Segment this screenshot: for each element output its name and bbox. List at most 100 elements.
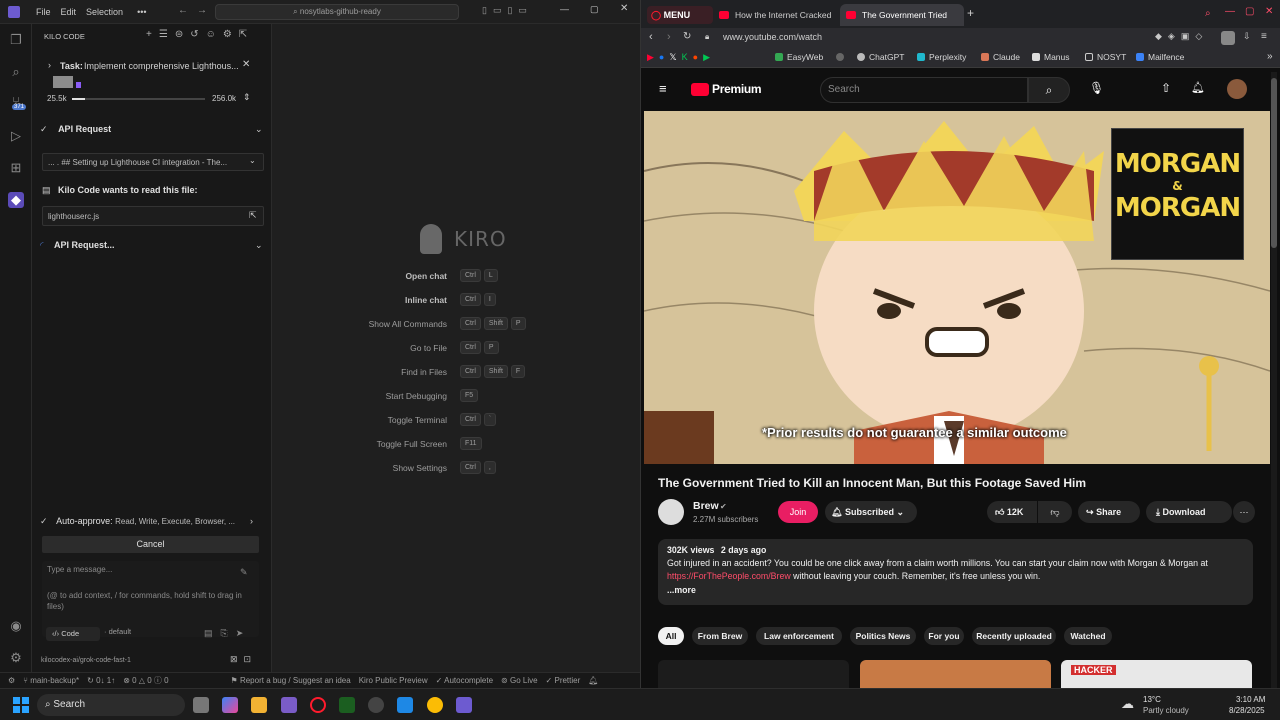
clock-time[interactable]: 3:10 AM bbox=[1236, 695, 1265, 704]
bell-icon[interactable]: 🔔︎ bbox=[588, 676, 598, 685]
chrome-icon[interactable] bbox=[427, 697, 443, 713]
history-book-icon[interactable]: ▤ bbox=[204, 628, 221, 638]
bookmark-manus[interactable]: Manus bbox=[1032, 52, 1070, 62]
description-link[interactable]: https://ForThePeople.com/Brew bbox=[667, 571, 791, 581]
youtube-search-button[interactable]: ⌕ bbox=[1028, 77, 1070, 103]
video-player[interactable]: MORGAN & MORGAN *Prior results do not gu… bbox=[644, 111, 1270, 464]
upload-icon[interactable]: ⇧ bbox=[1161, 81, 1171, 95]
message-input[interactable]: Type a message... ✎ (@ to add context, /… bbox=[42, 561, 259, 637]
search-icon[interactable]: ⌕ bbox=[8, 64, 24, 80]
chevron-down-icon[interactable]: ⌄ bbox=[249, 156, 256, 165]
condense-icon[interactable]: ⇕ bbox=[243, 92, 251, 103]
related-thumbnail-1[interactable] bbox=[658, 660, 849, 688]
close-window-icon[interactable]: ✕ bbox=[1265, 6, 1273, 17]
maximize-icon[interactable]: ▢ bbox=[590, 4, 599, 15]
related-thumbnail-3[interactable]: HACKER bbox=[1061, 660, 1252, 688]
notifications-bell-icon[interactable]: 🔔︎ bbox=[1191, 81, 1205, 94]
bookmark-icons[interactable]: ▶●𝕏K●▶ bbox=[647, 52, 715, 63]
nav-forward-icon[interactable]: → bbox=[197, 5, 207, 16]
chip-5[interactable]: Recently uploaded bbox=[972, 627, 1056, 645]
task-header[interactable]: › Task: Implement comprehensive Lighthou… bbox=[40, 56, 260, 112]
menu-more[interactable]: ••• bbox=[137, 7, 146, 17]
download-icon[interactable]: ⇩ bbox=[1243, 31, 1251, 42]
chevron-down-icon[interactable]: ⌄ bbox=[255, 240, 263, 251]
chevron-right-icon[interactable]: › bbox=[48, 60, 51, 70]
profile-avatar[interactable] bbox=[1221, 31, 1235, 45]
checkbox-checked-icon[interactable]: ✓ bbox=[40, 516, 48, 526]
search-tabs-icon[interactable]: ⌕ bbox=[1205, 8, 1211, 19]
dislike-button[interactable]: 👎︎ bbox=[1038, 501, 1072, 523]
profile-selector[interactable]: · default bbox=[104, 627, 131, 636]
url-text[interactable]: www.youtube.com/watch bbox=[723, 32, 822, 42]
prettier[interactable]: ✓ Prettier bbox=[546, 676, 581, 685]
weather-icon[interactable]: ☁ bbox=[1121, 696, 1134, 712]
extension-icons[interactable]: ◆◈▣◇ bbox=[1155, 31, 1208, 42]
attach-image-icon[interactable]: ⎘ bbox=[221, 628, 236, 638]
subscribed-button[interactable]: 🔔︎ Subscribed ⌄ bbox=[825, 501, 917, 523]
join-button[interactable]: Join bbox=[778, 501, 818, 523]
account-icon[interactable]: ◉ bbox=[8, 618, 24, 634]
description-box[interactable]: 302K views 2 days ago Got injured in an … bbox=[658, 539, 1253, 605]
shortcut-row[interactable]: Go to File Ctrl P bbox=[332, 341, 592, 357]
chevron-down-icon[interactable]: ⌄ bbox=[255, 124, 263, 135]
clock-date[interactable]: 8/28/2025 bbox=[1229, 706, 1265, 715]
user-avatar[interactable] bbox=[1227, 79, 1247, 99]
bookmark-claude[interactable]: Claude bbox=[981, 52, 1020, 62]
youtube-search-input[interactable]: Search bbox=[820, 77, 1028, 103]
browser-icon[interactable]: ⊠ bbox=[230, 654, 244, 664]
settings-icon[interactable]: ⚙ bbox=[223, 29, 239, 40]
shortcut-row[interactable]: Find in Files Ctrl Shift F bbox=[332, 365, 592, 381]
shortcut-row[interactable]: Toggle Full Screen F11 bbox=[332, 437, 592, 453]
profile-icon[interactable]: ☺ bbox=[206, 29, 223, 40]
terminal-icon[interactable] bbox=[339, 697, 355, 713]
prompts-icon[interactable]: ☰ bbox=[159, 29, 175, 40]
shortcut-row[interactable]: Inline chat Ctrl I bbox=[332, 293, 592, 309]
bookmark-easyweb[interactable]: EasyWeb bbox=[775, 52, 823, 62]
enhance-prompt-icon[interactable]: ✎ bbox=[240, 567, 248, 578]
kiro-icon[interactable] bbox=[456, 697, 472, 713]
related-thumbnail-2[interactable] bbox=[860, 660, 1051, 688]
go-live[interactable]: ⊚ Go Live bbox=[501, 676, 538, 685]
weather-desc[interactable]: Partly cloudy bbox=[1143, 706, 1189, 715]
shortcut-row[interactable]: Toggle Terminal Ctrl ` bbox=[332, 413, 592, 429]
extensions-icon[interactable]: ⊞ bbox=[8, 160, 24, 176]
send-icon[interactable]: ➤ bbox=[236, 628, 252, 638]
vscode-icon[interactable] bbox=[397, 697, 413, 713]
chip-0[interactable]: All bbox=[658, 627, 684, 645]
problems[interactable]: ⊗ 0 △ 0 ⓘ 0 bbox=[123, 675, 168, 686]
history-icon[interactable]: ↺ bbox=[190, 29, 205, 40]
channel-avatar[interactable] bbox=[658, 499, 684, 525]
autocomplete[interactable]: ✓ Autocomplete bbox=[436, 676, 493, 685]
reload-icon[interactable]: ↻ bbox=[683, 31, 691, 42]
show-more-link[interactable]: ...more bbox=[667, 584, 1244, 597]
sync-status[interactable]: ↻ 0↓ 1↑ bbox=[87, 676, 115, 685]
windows-start-icon[interactable] bbox=[13, 697, 29, 713]
menu-selection[interactable]: Selection bbox=[86, 7, 123, 17]
file-explorer-icon[interactable] bbox=[251, 697, 267, 713]
run-debug-icon[interactable]: ▷ bbox=[8, 128, 24, 144]
mcp-icon[interactable]: ⊜ bbox=[175, 29, 190, 40]
close-task-icon[interactable]: ✕ bbox=[242, 59, 250, 70]
opera-menu-button[interactable]: ◯ MENU bbox=[647, 6, 713, 24]
minimize-icon[interactable]: — bbox=[560, 4, 569, 14]
kilo-code-icon[interactable]: ◆ bbox=[8, 192, 24, 208]
api-detail-box[interactable]: ... . ## Setting up Lighthouse CI integr… bbox=[42, 153, 264, 171]
chip-4[interactable]: For you bbox=[924, 627, 964, 645]
chip-3[interactable]: Politics News bbox=[850, 627, 916, 645]
taskbar-search-box[interactable]: ⌕ Search bbox=[37, 694, 185, 716]
youtube-logo-text[interactable]: Premium bbox=[712, 82, 762, 96]
browser-menu-icon[interactable]: ≡ bbox=[1261, 31, 1267, 42]
chip-1[interactable]: From Brew bbox=[692, 627, 748, 645]
remote-icon[interactable]: ⚙ bbox=[8, 676, 15, 685]
minimize-icon[interactable]: — bbox=[1225, 6, 1235, 17]
cancel-button[interactable]: Cancel bbox=[42, 536, 259, 553]
bookmark-chatgpt[interactable]: ChatGPT bbox=[857, 52, 904, 62]
like-button[interactable]: 👍︎ 12K bbox=[987, 501, 1037, 523]
scrollbar[interactable] bbox=[1271, 72, 1277, 688]
youtube-logo-icon[interactable] bbox=[691, 83, 709, 96]
chip-2[interactable]: Law enforcement bbox=[756, 627, 842, 645]
feedback-icon[interactable]: ⊡ bbox=[244, 654, 258, 664]
menu-file[interactable]: File bbox=[36, 7, 51, 17]
close-window-icon[interactable]: ✕ bbox=[620, 3, 628, 14]
mode-selector[interactable]: ‹/› Code bbox=[46, 627, 100, 641]
